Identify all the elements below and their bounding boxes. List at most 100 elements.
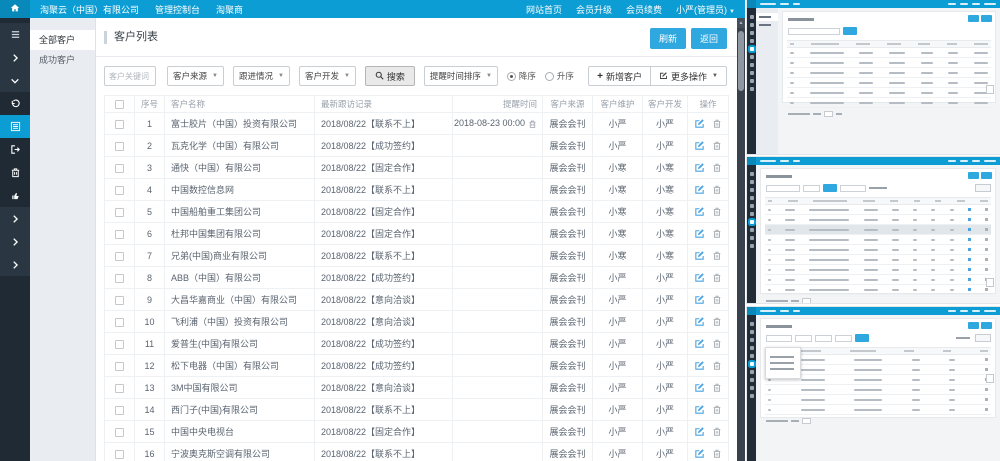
row-checkbox[interactable] (115, 120, 124, 129)
delete-icon[interactable] (712, 448, 722, 459)
row-checkbox[interactable] (115, 186, 124, 195)
sidebar-item-menu[interactable] (0, 23, 30, 46)
edit-icon[interactable] (694, 360, 705, 371)
customer-developer: 小寒 (643, 245, 688, 267)
nav-item-shop[interactable]: 淘聚商 (216, 3, 243, 16)
add-customer-button[interactable]: +新增客户 (588, 66, 651, 86)
sidebar-item-expand-3[interactable] (0, 230, 30, 253)
edit-icon[interactable] (694, 228, 705, 239)
delete-icon[interactable] (712, 382, 722, 393)
delete-icon[interactable] (712, 184, 722, 195)
nav-item-console[interactable]: 管理控制台 (155, 3, 200, 16)
row-checkbox[interactable] (115, 142, 124, 151)
customer-developer: 小寒 (643, 223, 688, 245)
table-row: 6 杜邦中国集团有限公司 2018/08/22【固定合作】 展会会刊 小寒 小寒 (105, 223, 729, 245)
sidebar-item-expand-4[interactable] (0, 253, 30, 276)
sidebar-item-history[interactable] (0, 92, 30, 115)
home-button[interactable] (0, 0, 30, 18)
sidebar-item-trash[interactable] (0, 161, 30, 184)
nav-item-member-upgrade[interactable]: 会员升级 (576, 3, 612, 16)
row-checkbox[interactable] (115, 318, 124, 327)
row-checkbox[interactable] (115, 340, 124, 349)
followup-select[interactable]: 跟进情况▼ (233, 66, 290, 86)
row-checkbox[interactable] (115, 384, 124, 393)
delete-icon[interactable] (712, 272, 722, 283)
scrollbar-thumb[interactable] (738, 31, 744, 91)
more-actions-button[interactable]: 更多操作▼ (650, 66, 727, 86)
sort-desc-radio[interactable]: 降序 (507, 70, 536, 82)
brand-title[interactable]: 淘聚云（中国）有限公司 (40, 3, 139, 16)
row-checkbox[interactable] (115, 208, 124, 217)
sidebar-item-stats[interactable] (0, 184, 30, 207)
preview-window-2[interactable] (747, 157, 1000, 303)
row-checkbox[interactable] (115, 274, 124, 283)
row-checkbox[interactable] (115, 428, 124, 437)
reminder-cell (453, 289, 543, 311)
latest-record: 2018/08/22【成功签约】 (315, 355, 453, 377)
edit-icon[interactable] (694, 426, 705, 437)
row-select-cell (105, 355, 135, 377)
develop-select[interactable]: 客户开发▼ (299, 66, 356, 86)
edit-icon[interactable] (694, 338, 705, 349)
edit-icon[interactable] (694, 272, 705, 283)
delete-icon[interactable] (712, 426, 722, 437)
delete-icon[interactable] (712, 404, 722, 415)
edit-icon[interactable] (694, 250, 705, 261)
reminder-cell (453, 377, 543, 399)
back-button[interactable]: 返回 (691, 28, 727, 49)
nav-item-site-home[interactable]: 网站首页 (526, 3, 562, 16)
sort-select[interactable]: 提醒时间排序▼ (424, 66, 498, 86)
edit-icon[interactable] (694, 184, 705, 195)
delete-icon[interactable] (712, 360, 722, 371)
edit-icon[interactable] (694, 294, 705, 305)
ops-cell (688, 289, 729, 311)
edit-icon[interactable] (694, 140, 705, 151)
customer-name: 中国中央电视台 (165, 421, 315, 443)
delete-icon[interactable] (712, 118, 722, 129)
edit-icon[interactable] (694, 448, 705, 459)
sidebar-item-expand-2[interactable] (0, 207, 30, 230)
delete-icon[interactable] (712, 162, 722, 173)
edit-icon[interactable] (694, 316, 705, 327)
search-button[interactable]: 搜索 (365, 66, 415, 86)
user-menu[interactable]: 小严(管理员)▼ (676, 3, 735, 16)
main-scrollbar: ▲ (737, 18, 745, 461)
submenu-item-success-customers[interactable]: 成功客户 (30, 50, 95, 70)
keyword-input[interactable] (104, 66, 156, 86)
edit-icon[interactable] (694, 162, 705, 173)
radio-icon (545, 72, 554, 81)
edit-icon[interactable] (694, 118, 705, 129)
scrollbar-up-arrow[interactable]: ▲ (737, 18, 745, 28)
edit-icon[interactable] (694, 206, 705, 217)
row-checkbox[interactable] (115, 362, 124, 371)
sidebar-item-expand-1[interactable] (0, 46, 30, 69)
delete-icon[interactable] (712, 294, 722, 305)
delete-icon[interactable] (712, 338, 722, 349)
source-select[interactable]: 客户来源▼ (167, 66, 224, 86)
customer-developer: 小严 (643, 399, 688, 421)
delete-icon[interactable] (712, 140, 722, 151)
preview-window-1[interactable] (747, 0, 1000, 154)
nav-item-member-renew[interactable]: 会员续费 (626, 3, 662, 16)
row-checkbox[interactable] (115, 450, 124, 459)
delete-icon[interactable] (712, 228, 722, 239)
sidebar-item-collapse[interactable] (0, 69, 30, 92)
sidebar-item-logout[interactable] (0, 138, 30, 161)
sidebar-item-customer-list[interactable] (0, 115, 30, 138)
submenu-item-all-customers[interactable]: 全部客户 (30, 30, 95, 50)
row-checkbox[interactable] (115, 406, 124, 415)
reminder-delete-icon[interactable] (528, 119, 537, 129)
row-checkbox[interactable] (115, 296, 124, 305)
preview-window-3[interactable] (747, 307, 1000, 461)
row-checkbox[interactable] (115, 230, 124, 239)
delete-icon[interactable] (712, 316, 722, 327)
delete-icon[interactable] (712, 250, 722, 261)
select-all-checkbox[interactable] (115, 100, 124, 109)
delete-icon[interactable] (712, 206, 722, 217)
sort-asc-radio[interactable]: 升序 (545, 70, 574, 82)
refresh-button[interactable]: 刷新 (650, 28, 686, 49)
edit-icon[interactable] (694, 404, 705, 415)
row-checkbox[interactable] (115, 164, 124, 173)
row-checkbox[interactable] (115, 252, 124, 261)
edit-icon[interactable] (694, 382, 705, 393)
